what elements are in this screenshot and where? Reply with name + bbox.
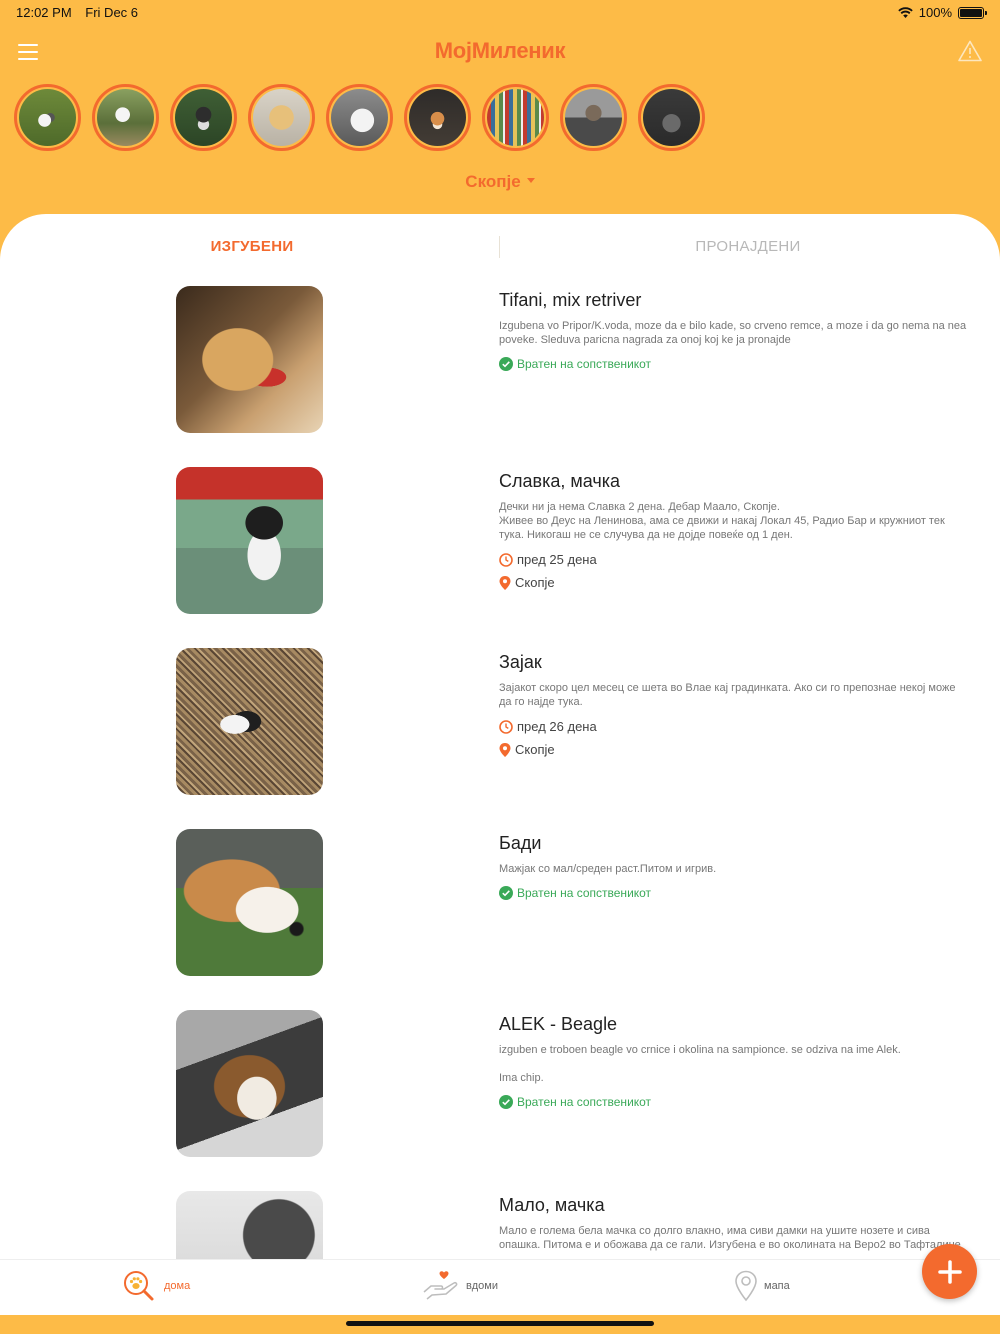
nav-adopt-label: вдоми [466, 1280, 498, 1292]
pet-description: Зајакот скоро цел месец се шета во Влае … [499, 682, 956, 708]
story-avatar[interactable] [248, 84, 315, 151]
plus-icon [937, 1259, 962, 1284]
pet-description: izguben e troboen beagle vo crnice i oko… [499, 1044, 901, 1084]
status-date: Fri Dec 6 [85, 5, 139, 20]
list-item[interactable]: Зајак Зајакот скоро цел месец се шета во… [0, 648, 1000, 829]
pet-photo [176, 1010, 323, 1157]
bottom-nav: дома вдоми мапа [0, 1259, 1000, 1315]
story-avatar[interactable] [170, 84, 237, 151]
top-bar: МојМиленик [0, 32, 1000, 72]
battery-percent: 100% [918, 5, 952, 20]
story-avatar[interactable] [404, 84, 471, 151]
pet-photo [176, 467, 323, 614]
city-selector[interactable]: Скопје [0, 172, 1000, 192]
story-avatar[interactable] [560, 84, 627, 151]
time-meta: пред 25 дена [499, 552, 969, 567]
wifi-icon [898, 7, 913, 18]
location-meta: Скопје [499, 575, 969, 590]
time-text: пред 26 дена [517, 719, 597, 734]
status-right: 100% [898, 5, 987, 20]
list-item[interactable]: ALEK - Beagle izguben e troboen beagle v… [0, 1010, 1000, 1191]
status-text: Вратен на сопственикот [517, 357, 652, 371]
status-left: 12:02 PM Fri Dec 6 [16, 5, 148, 20]
pet-description: Мало е голема бела мачка со долго влакно… [499, 1225, 961, 1251]
status-bar: 12:02 PM Fri Dec 6 100% [0, 0, 1000, 24]
pet-info: Зајак Зајакот скоро цел месец се шета во… [499, 652, 969, 757]
map-pin-icon [735, 1270, 757, 1302]
pet-info: Мало, мачка Мало е голема бела мачка со … [499, 1195, 969, 1252]
battery-icon [958, 6, 987, 19]
caret-down-icon [526, 178, 535, 184]
pet-name: Славка, мачка [499, 471, 621, 491]
pet-info: ALEK - Beagle izguben e troboen beagle v… [499, 1014, 969, 1109]
pet-description: Izgubena vo Pripor/K.voda, moze da e bil… [499, 320, 967, 346]
pet-photo [176, 286, 323, 433]
nav-home-label: дома [164, 1280, 191, 1292]
content-sheet: ИЗГУБЕНИ ПРОНАЈДЕНИ Tifani, mix retriver… [0, 214, 1000, 1260]
status-text: Вратен на сопственикот [517, 1095, 652, 1109]
time-text: пред 25 дена [517, 552, 597, 567]
returned-status: Вратен на сопственикот [499, 886, 969, 900]
warning-icon[interactable] [958, 40, 982, 62]
location-text: Скопје [515, 742, 555, 757]
pet-photo [176, 648, 323, 795]
story-avatar[interactable] [92, 84, 159, 151]
pet-info: Славка, мачка Дечки ни ја нема Славка 2 … [499, 471, 969, 590]
pet-name: Мало, мачка [499, 1195, 605, 1215]
pet-info: Бади Мажјак со мал/среден раст.Питом и и… [499, 833, 969, 900]
story-avatar[interactable] [14, 84, 81, 151]
list-item[interactable]: Бади Мажјак со мал/среден раст.Питом и и… [0, 829, 1000, 1010]
tab-found[interactable]: ПРОНАЈДЕНИ [498, 238, 998, 255]
paw-search-icon [124, 1271, 154, 1301]
pet-list: Tifani, mix retriver Izgubena vo Pripor/… [0, 286, 1000, 1260]
check-circle-icon [499, 886, 513, 900]
pet-info: Tifani, mix retriver Izgubena vo Pripor/… [499, 290, 969, 371]
status-text: Вратен на сопственикот [517, 886, 652, 900]
status-time: 12:02 PM [16, 5, 72, 20]
home-indicator [346, 1321, 654, 1326]
pet-photo [176, 829, 323, 976]
tabs: ИЗГУБЕНИ ПРОНАЈДЕНИ [0, 214, 1000, 280]
clock-icon [499, 552, 513, 567]
pet-description: Дечки ни ја нема Славка 2 дена. Дебар Ма… [499, 501, 945, 541]
check-circle-icon [499, 1095, 513, 1109]
nav-home[interactable]: дома [122, 1270, 190, 1302]
location-pin-icon [499, 742, 511, 757]
list-item[interactable]: Мало, мачка Мало е голема бела мачка со … [0, 1191, 1000, 1260]
location-meta: Скопје [499, 742, 969, 757]
returned-status: Вратен на сопственикот [499, 1095, 969, 1109]
pet-name: Бади [499, 833, 542, 853]
nav-map[interactable]: мапа [734, 1270, 790, 1302]
pet-name: ALEK - Beagle [499, 1014, 618, 1034]
nav-map-label: мапа [764, 1280, 790, 1292]
add-button[interactable] [922, 1244, 977, 1299]
clock-icon [499, 719, 513, 734]
story-avatars [14, 84, 705, 151]
pet-name: Tifani, mix retriver [499, 290, 642, 310]
story-avatar[interactable] [638, 84, 705, 151]
nav-adopt[interactable]: вдоми [422, 1270, 498, 1302]
pet-name: Зајак [499, 652, 542, 672]
location-pin-icon [499, 575, 511, 590]
story-avatar[interactable] [326, 84, 393, 151]
time-meta: пред 26 дена [499, 719, 969, 734]
location-text: Скопје [515, 575, 555, 590]
app-title: МојМиленик [434, 38, 566, 63]
city-label: Скопје [465, 172, 521, 191]
returned-status: Вратен на сопственикот [499, 357, 969, 371]
tab-lost[interactable]: ИЗГУБЕНИ [2, 238, 502, 255]
list-item[interactable]: Tifani, mix retriver Izgubena vo Pripor/… [0, 286, 1000, 467]
list-item[interactable]: Славка, мачка Дечки ни ја нема Славка 2 … [0, 467, 1000, 648]
pet-photo [176, 1191, 323, 1260]
heart-hand-icon [423, 1271, 458, 1300]
pet-description: Мажјак со мал/среден раст.Питом и игрив. [499, 863, 717, 875]
story-avatar[interactable] [482, 84, 549, 151]
check-circle-icon [499, 357, 513, 371]
